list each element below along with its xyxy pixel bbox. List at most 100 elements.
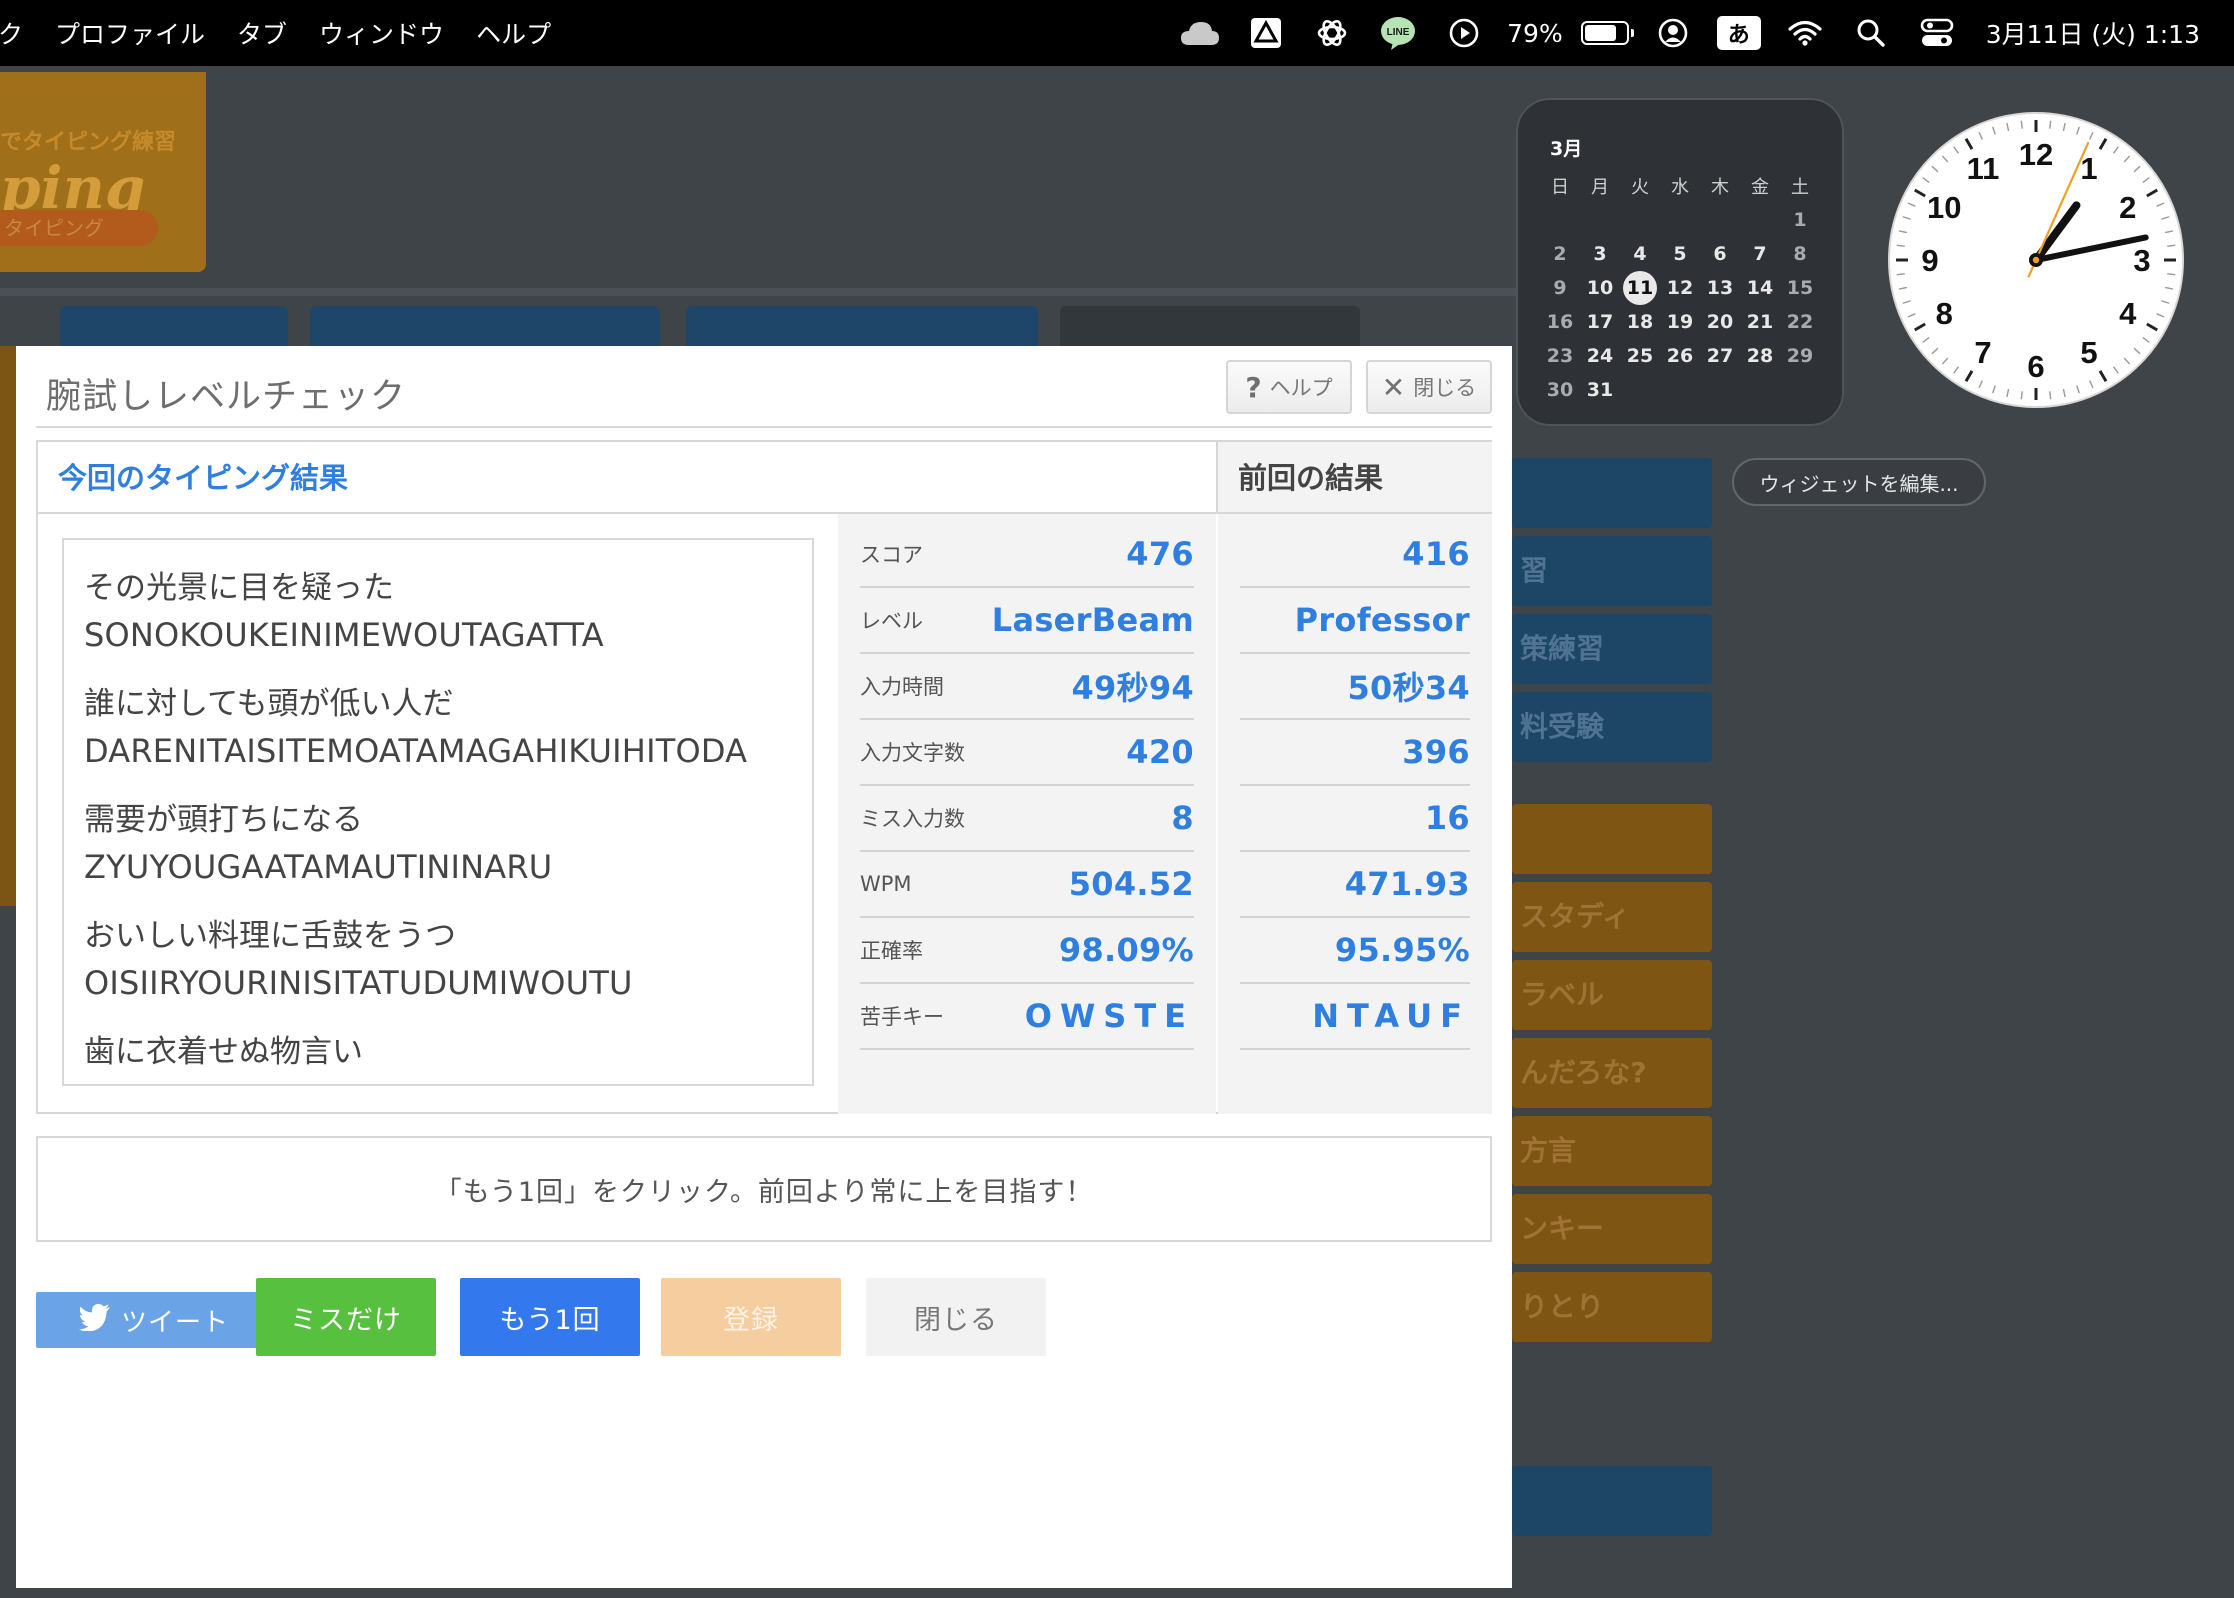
stat-row-previous: 16 — [1240, 786, 1470, 852]
ime-icon[interactable]: あ — [1716, 11, 1761, 55]
stat-row-previous: 95.95% — [1240, 918, 1470, 984]
clock-tick — [1953, 366, 1959, 374]
clock-tick — [1964, 370, 1974, 382]
calendar-grid: 日月火水木金土 1 2 3 4 5 6 7 8 9 10 11 12 13 14 15 16 17 18 19 20 21… — [1540, 169, 1820, 407]
clock-tick — [2123, 357, 2131, 365]
calendar-weekday: 土 — [1791, 177, 1809, 198]
calendar-day: 18 — [1626, 311, 1654, 333]
battery-icon[interactable] — [1580, 21, 1634, 45]
stat-current-value: 420 — [1126, 733, 1194, 771]
header-close-button[interactable]: ✕ 閉じる — [1366, 360, 1492, 414]
line-icon[interactable]: LINE — [1376, 11, 1420, 55]
stat-row: 正確率 98.09% — [860, 918, 1194, 984]
clock-number: 8 — [1936, 296, 1953, 331]
clock-tick — [1978, 380, 1983, 389]
background-side-item — [1512, 458, 1712, 528]
wifi-icon[interactable] — [1783, 11, 1827, 55]
clock-tick — [2146, 188, 2158, 198]
miss-only-button[interactable]: ミスだけ — [256, 1278, 436, 1356]
calendar-blank — [1540, 203, 1580, 237]
calendar-weekday: 月 — [1591, 177, 1609, 198]
passage-item: その光景に目を疑った SONOKOUKEINIMEWOUTAGATTA — [84, 564, 792, 658]
dialog-title: 腕試しレベルチェック — [46, 377, 407, 417]
help-button[interactable]: ? ヘルプ — [1226, 360, 1352, 414]
calendar-day: 14 — [1746, 277, 1774, 299]
clock-tick — [1992, 126, 1996, 135]
calendar-day: 16 — [1546, 311, 1574, 333]
clock-tick — [2113, 366, 2119, 374]
stat-previous-value: 16 — [1424, 799, 1470, 837]
menu-item-profile[interactable]: プロファイル — [39, 15, 221, 51]
clock-number: 5 — [2080, 335, 2097, 370]
clock-tick — [1896, 244, 1905, 247]
background-side-item: りとり — [1512, 1272, 1712, 1342]
control-center-icon[interactable] — [1915, 11, 1959, 55]
passage-japanese: 需要が頭打ちになる — [84, 802, 363, 838]
clock-number: 9 — [1921, 243, 1938, 278]
calendar-day: 27 — [1706, 345, 1734, 367]
clock-tick — [1902, 300, 1911, 304]
clock-tick — [2113, 146, 2119, 154]
stat-previous-value: 95.95% — [1334, 931, 1470, 969]
cloud-icon[interactable] — [1178, 11, 1222, 55]
retry-button[interactable]: もう1回 — [460, 1278, 640, 1356]
menu-item-edit[interactable]: ク — [0, 15, 39, 51]
question-icon: ? — [1245, 370, 1262, 404]
calendar-weekday: 水 — [1671, 177, 1689, 198]
close-icon: ✕ — [1381, 370, 1406, 404]
stat-label: レベル — [860, 609, 923, 633]
register-button[interactable]: 登録 — [661, 1278, 841, 1356]
edit-widgets-button[interactable]: ウィジェットを編集... — [1732, 458, 1986, 506]
encouragement-message: 「もう1回」をクリック。前回より常に上を目指す！ — [36, 1136, 1492, 1242]
background-left-strip — [0, 346, 16, 906]
user-circle-icon[interactable] — [1651, 11, 1695, 55]
clock-tick — [1964, 138, 1974, 150]
calendar-day: 22 — [1786, 311, 1814, 333]
drive-icon[interactable] — [1244, 11, 1288, 55]
header-close-label: 閉じる — [1413, 376, 1477, 400]
calendar-widget[interactable]: 3月 日月火水木金土 1 2 3 4 5 6 7 8 9 10 11 12 13 14 15 16 17 18 19 2… — [1516, 98, 1844, 426]
calendar-weekday: 火 — [1631, 177, 1649, 198]
stat-row-previous: 416 — [1240, 522, 1470, 588]
background-side-item: んだろな? — [1512, 1038, 1712, 1108]
calendar-day: 9 — [1553, 277, 1567, 299]
stat-current-value: 98.09% — [1058, 931, 1194, 969]
play-circle-icon[interactable] — [1442, 11, 1486, 55]
stat-row-previous: 50秒34 — [1240, 654, 1470, 720]
passage-item: 需要が頭打ちになる ZYUYOUGAATAMAUTININARU — [84, 796, 792, 890]
search-icon[interactable] — [1849, 11, 1893, 55]
clock-tick — [1992, 385, 1996, 394]
site-logo: でタイピング練習 ping タイピング — [0, 72, 206, 272]
clock-center-dot — [2032, 256, 2040, 264]
stat-previous-value: 416 — [1402, 535, 1470, 573]
clock-tick — [2098, 370, 2108, 382]
stat-row: 入力時間 49秒94 — [860, 654, 1194, 720]
calendar-day: 2 — [1553, 243, 1567, 265]
stat-current-value: 8 — [1171, 799, 1194, 837]
stat-row: ミス入力数 8 — [860, 786, 1194, 852]
menu-clock[interactable]: 3月11日 (火) 1:13 — [1986, 15, 2200, 51]
stat-row: WPM 504.52 — [860, 852, 1194, 918]
clock-widget[interactable]: 12 1 2 3 4 5 6 7 8 9 10 11 — [1888, 112, 2184, 408]
chatgpt-icon[interactable] — [1310, 11, 1354, 55]
clock-tick — [1922, 177, 1930, 183]
tweet-button[interactable]: ツイート — [36, 1292, 272, 1348]
calendar-day: 10 — [1586, 277, 1614, 299]
clock-number: 11 — [1967, 151, 2000, 186]
clock-tick — [2167, 273, 2176, 276]
calendar-day: 5 — [1673, 243, 1687, 265]
close-button[interactable]: 閉じる — [866, 1278, 1046, 1356]
menu-item-help[interactable]: ヘルプ — [460, 15, 567, 51]
clock-tick — [2156, 202, 2165, 207]
calendar-day: 6 — [1713, 243, 1727, 265]
calendar-month: 3月 — [1550, 138, 1583, 160]
background-side-item — [1512, 804, 1712, 874]
menu-item-tab[interactable]: タブ — [221, 15, 303, 51]
clock-tick — [2062, 122, 2066, 132]
passage-item: 歯に衣着せぬ物言い — [84, 1028, 792, 1076]
calendar-day: 13 — [1706, 277, 1734, 299]
background-side-item: 習 — [1512, 536, 1712, 606]
menu-bar: ク プロファイル タブ ウィンドウ ヘルプ LINE 79% あ 3月11日 (… — [0, 0, 2234, 66]
clock-tick — [1896, 273, 1905, 276]
menu-item-window[interactable]: ウィンドウ — [303, 15, 460, 51]
